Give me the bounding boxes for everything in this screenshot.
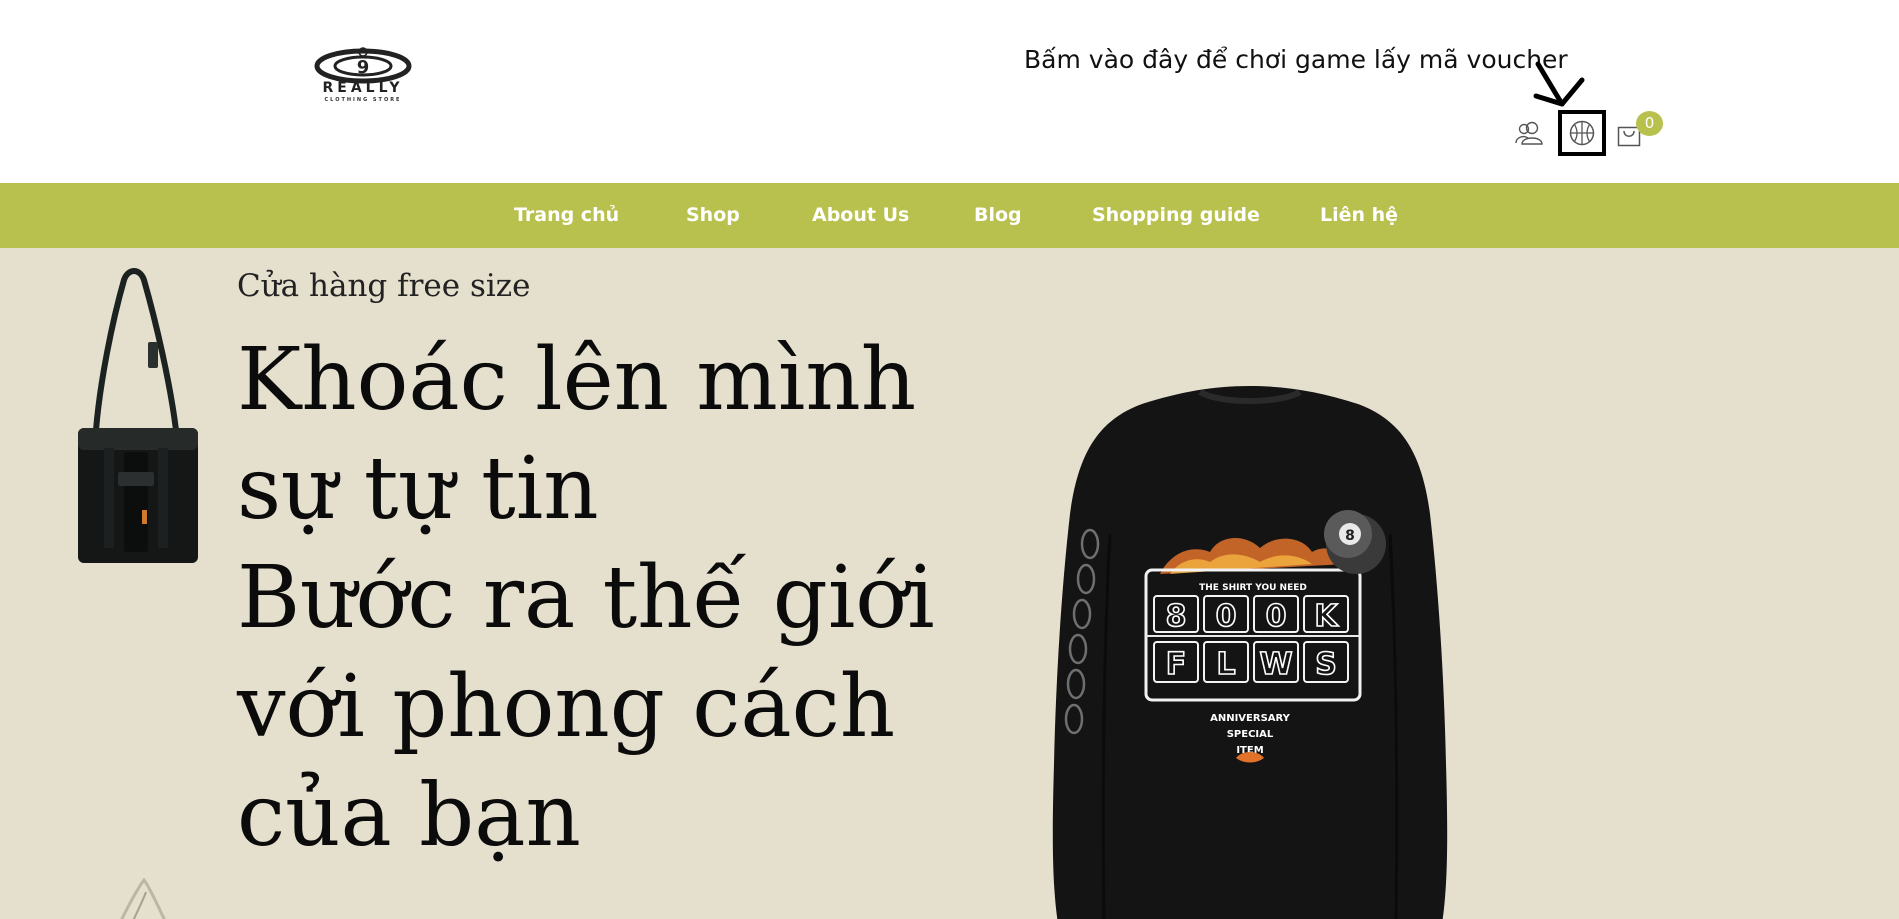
eight-ball-number: 8 (1345, 528, 1355, 544)
sweater-print-char: W (1259, 647, 1292, 682)
user-icon (1515, 121, 1543, 145)
sweater-product-image: THE SHIRT YOU NEED 8 0 0 K F L W S 8 ANN… (1052, 386, 1448, 919)
sweater-print-char: S (1315, 647, 1337, 682)
nav-item-shop[interactable]: Shop (686, 183, 740, 248)
headline-line: sự tự tin (237, 439, 599, 539)
nav-item-blog[interactable]: Blog (974, 183, 1022, 248)
sweater-print-char: 8 (1166, 599, 1187, 634)
hero-headline: Khoác lên mình sự tự tin Bước ra thế giớ… (237, 326, 977, 871)
sweater-print-char: F (1166, 647, 1187, 682)
headline-line: của bạn (237, 766, 581, 866)
sweater-print-top-text: THE SHIRT YOU NEED (1199, 583, 1307, 593)
nav-item-home[interactable]: Trang chủ (514, 183, 619, 248)
headline-line: Khoác lên mình (237, 330, 917, 430)
nav-item-about-us[interactable]: About Us (812, 183, 909, 248)
hero-subtitle: Cửa hàng free size (237, 268, 531, 304)
partial-product-image (120, 878, 166, 919)
site-header: 9 REALLY CLOTHING STORE Bấm vào đây để c… (0, 0, 1899, 183)
sweater-print-char: K (1314, 599, 1339, 634)
logo-tagline: CLOTHING STORE (324, 97, 402, 103)
store-logo[interactable]: 9 REALLY CLOTHING STORE (296, 46, 430, 110)
hero-banner: Cửa hàng free size Khoác lên mình sự tự … (0, 248, 1899, 919)
cart-count-badge: 0 (1636, 111, 1663, 136)
sweater-print-bottom-line: ANNIVERSARY (1210, 713, 1291, 724)
headline-line: với phong cách (237, 657, 896, 757)
account-button[interactable] (1512, 118, 1546, 148)
logo-brand-text: REALLY (322, 80, 404, 96)
sweater-print-char: 0 (1266, 599, 1287, 634)
sweater-print-char: 0 (1216, 599, 1237, 634)
headline-line: Bước ra thế giới (237, 548, 935, 648)
messenger-bag-image (78, 268, 198, 563)
voucher-game-prompt[interactable]: Bấm vào đây để chơi game lấy mã voucher (1024, 45, 1568, 74)
basketball-icon (1569, 120, 1595, 146)
sweater-print-char: L (1216, 647, 1235, 682)
nav-item-shopping-guide[interactable]: Shopping guide (1092, 183, 1260, 248)
nav-item-contact[interactable]: Liên hệ (1320, 183, 1398, 248)
logo-emblem-number: 9 (357, 57, 370, 78)
sweater-print-bottom-line: SPECIAL (1227, 729, 1274, 740)
main-nav: Trang chủ Shop About Us Blog Shopping gu… (0, 183, 1899, 248)
voucher-game-button[interactable] (1558, 110, 1606, 156)
